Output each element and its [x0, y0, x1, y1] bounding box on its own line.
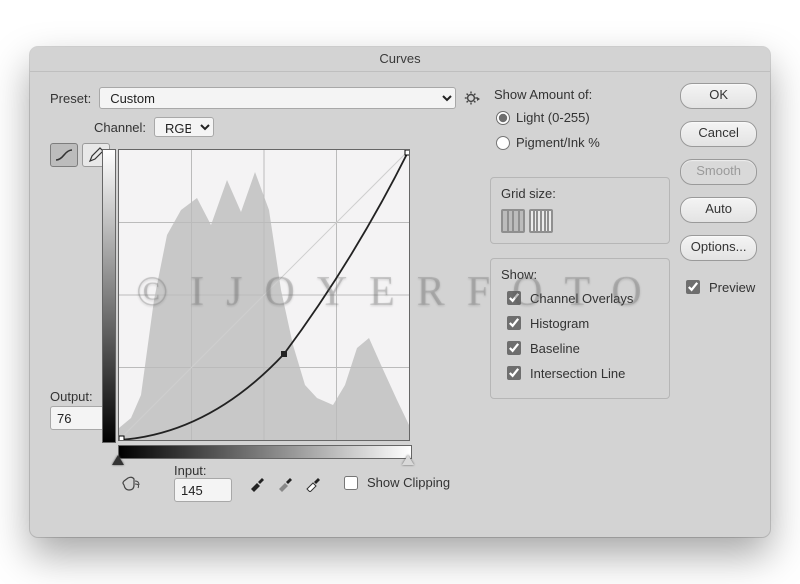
show-group: Show: Channel Overlays Histogram Baselin…: [490, 258, 670, 399]
cancel-button[interactable]: Cancel: [680, 121, 757, 147]
show-legend: Show:: [501, 267, 659, 282]
gray-eyedropper-icon[interactable]: [276, 474, 294, 492]
input-label: Input:: [174, 463, 232, 478]
options-panel: Show Amount of: Light (0-255) Pigment/In…: [486, 71, 674, 537]
grid-10x10-button[interactable]: [529, 209, 553, 233]
baseline-label: Baseline: [530, 341, 580, 356]
channel-label: Channel:: [94, 120, 146, 135]
curve-panel: Preset: Custom Channel: RGB: [30, 71, 486, 537]
options-button[interactable]: Options...: [680, 235, 757, 261]
preview-checkbox[interactable]: [686, 280, 700, 294]
pigment-radio[interactable]: [496, 136, 510, 150]
histogram-checkbox[interactable]: [507, 316, 521, 330]
input-field[interactable]: [174, 478, 232, 502]
preview-label: Preview: [709, 280, 755, 295]
overlays-label: Channel Overlays: [530, 291, 633, 306]
pigment-label: Pigment/Ink %: [516, 135, 600, 150]
ok-button[interactable]: OK: [680, 83, 757, 109]
preset-label: Preset:: [50, 91, 91, 106]
amount-legend: Show Amount of:: [494, 87, 670, 102]
overlays-checkbox[interactable]: [507, 291, 521, 305]
black-point-slider[interactable]: [112, 455, 124, 465]
light-radio[interactable]: [496, 111, 510, 125]
intersection-checkbox[interactable]: [507, 366, 521, 380]
grid-group: Grid size:: [490, 177, 670, 244]
channel-select[interactable]: RGB: [154, 117, 214, 137]
baseline-checkbox[interactable]: [507, 341, 521, 355]
output-gradient: [102, 149, 116, 443]
button-panel: OK Cancel Smooth Auto Options... Preview: [674, 71, 773, 537]
black-eyedropper-icon[interactable]: [248, 474, 266, 492]
white-point-slider[interactable]: [402, 455, 414, 465]
output-label: Output:: [50, 389, 100, 404]
light-label: Light (0-255): [516, 110, 590, 125]
grid-4x4-button[interactable]: [501, 209, 525, 233]
smooth-button: Smooth: [680, 159, 757, 185]
preset-select[interactable]: Custom: [99, 87, 456, 109]
intersection-label: Intersection Line: [530, 366, 625, 381]
show-clipping-label: Show Clipping: [367, 475, 450, 490]
histogram-label: Histogram: [530, 316, 589, 331]
white-eyedropper-icon[interactable]: [304, 474, 322, 492]
curve-graph[interactable]: [118, 149, 410, 441]
auto-button[interactable]: Auto: [680, 197, 757, 223]
input-gradient: [118, 445, 412, 459]
preset-menu-icon[interactable]: [464, 90, 480, 106]
output-field[interactable]: [50, 406, 108, 430]
show-clipping-checkbox[interactable]: [344, 476, 358, 490]
curve-tool-button[interactable]: [50, 143, 78, 167]
grid-legend: Grid size:: [501, 186, 659, 201]
amount-group: Show Amount of: Light (0-255) Pigment/In…: [490, 87, 670, 163]
curves-dialog: Curves Preset: Custom Channel: RGB: [30, 47, 770, 537]
targeted-adjust-icon[interactable]: [118, 472, 144, 494]
dialog-title: Curves: [30, 47, 770, 72]
